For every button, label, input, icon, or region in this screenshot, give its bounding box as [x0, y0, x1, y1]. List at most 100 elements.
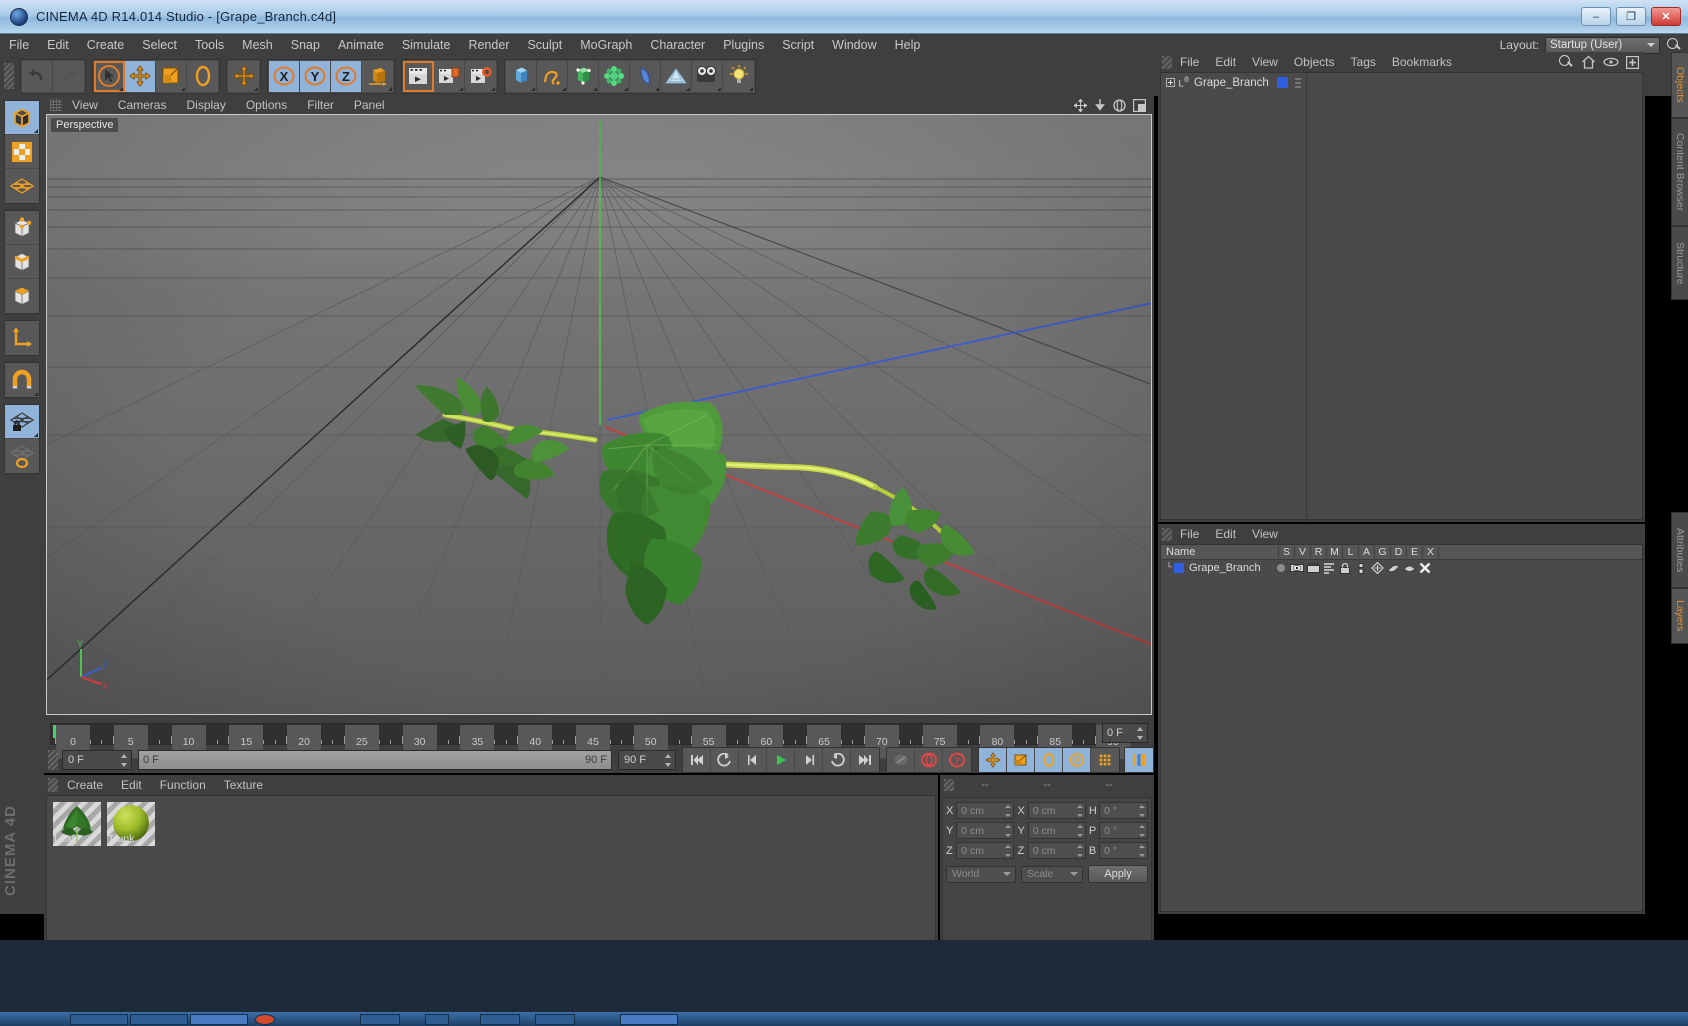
object-menu-file[interactable]: File [1172, 55, 1207, 69]
key-position-button[interactable] [979, 748, 1007, 772]
step-forward-button[interactable] [795, 748, 823, 772]
coordinate-system-dropdown[interactable]: World [946, 865, 1016, 883]
side-tab-structure[interactable]: Structure [1671, 226, 1688, 300]
menu-sculpt[interactable]: Sculpt [518, 34, 571, 56]
timeline-frame-field[interactable]: 0 F [1102, 723, 1148, 743]
lock-x-button[interactable]: X [269, 60, 300, 92]
pan-view-icon[interactable] [1074, 98, 1087, 112]
transform-mode-dropdown[interactable]: Scale [1021, 865, 1083, 883]
material-menu-edit[interactable]: Edit [112, 778, 151, 792]
layer-col-m[interactable]: M [1327, 546, 1343, 558]
current-frame-field[interactable]: 0 F [62, 750, 132, 770]
viewport-menu-options[interactable]: Options [236, 98, 297, 112]
spinner-icon[interactable] [1076, 805, 1083, 817]
object-menu-tags[interactable]: Tags [1343, 55, 1384, 69]
deformer-icon[interactable] [1385, 563, 1401, 574]
spinner-icon[interactable] [1005, 805, 1012, 817]
layer-col-e[interactable]: E [1407, 546, 1423, 558]
layer-menu-file[interactable]: File [1172, 527, 1207, 541]
toolbar-drag-handle[interactable] [4, 63, 14, 89]
key-scale-button[interactable] [1007, 748, 1035, 772]
taskbar-item[interactable] [360, 1014, 400, 1025]
redo-button[interactable] [53, 60, 84, 92]
lock-z-button[interactable]: Z [331, 60, 362, 92]
edges-mode-button[interactable] [5, 245, 39, 279]
size-x-field[interactable]: 0 cm [1027, 802, 1086, 819]
taskbar-item[interactable] [255, 1014, 275, 1025]
leaf-thumbnail-icon[interactable]: Leaf [53, 802, 101, 846]
add-camera-button[interactable] [692, 60, 723, 92]
rotation-p-field[interactable]: 0 ° [1099, 822, 1148, 839]
taskbar-item[interactable] [130, 1014, 188, 1025]
scale-tool-button[interactable] [156, 60, 187, 92]
menu-plugins[interactable]: Plugins [714, 34, 773, 56]
viewport-menu-view[interactable]: View [62, 98, 108, 112]
layer-col-l[interactable]: L [1343, 546, 1359, 558]
key-pla-button[interactable] [1091, 748, 1119, 772]
spinner-icon[interactable] [1005, 825, 1012, 837]
planar-workplane-button[interactable] [5, 439, 39, 473]
add-layer-icon[interactable] [1626, 55, 1639, 69]
rotate-tool-button[interactable] [187, 60, 218, 92]
eye-icon[interactable] [1603, 57, 1619, 67]
select-tool-button[interactable] [94, 60, 125, 92]
spinner-icon[interactable] [1076, 845, 1083, 857]
world-axis-button[interactable] [228, 60, 259, 92]
side-tab-attributes[interactable]: Attributes [1671, 512, 1688, 588]
object-menu-objects[interactable]: Objects [1286, 55, 1343, 69]
manager-icon[interactable] [1321, 562, 1337, 574]
object-manager-drag-handle[interactable] [1162, 55, 1172, 69]
preview-range-slider[interactable]: 0 F 90 F [138, 750, 612, 770]
menu-help[interactable]: Help [886, 34, 930, 56]
viewport-menu-panel[interactable]: Panel [344, 98, 395, 112]
position-x-field[interactable]: 0 cm [956, 802, 1015, 819]
go-to-start-button[interactable] [683, 748, 711, 772]
timeline-toggle-button[interactable] [1125, 748, 1153, 772]
menu-select[interactable]: Select [133, 34, 186, 56]
material-list[interactable]: Leaf Trunk [46, 795, 936, 953]
taskbar-item[interactable] [190, 1014, 248, 1025]
object-tree[interactable]: L0 Grape_Branch [1160, 72, 1643, 521]
add-floor-button[interactable] [661, 60, 692, 92]
size-z-field[interactable]: 0 cm [1027, 842, 1086, 859]
add-deformer-button[interactable] [599, 60, 630, 92]
expand-plus-icon[interactable] [1166, 78, 1175, 87]
side-tab-content-browser[interactable]: Content Browser [1671, 118, 1688, 226]
undo-button[interactable] [22, 60, 53, 92]
position-z-field[interactable]: 0 cm [956, 842, 1015, 859]
next-key-button[interactable] [823, 748, 851, 772]
menu-tools[interactable]: Tools [186, 34, 233, 56]
menu-snap[interactable]: Snap [282, 34, 329, 56]
render-to-picture-viewer-button[interactable] [434, 60, 465, 92]
layer-col-r[interactable]: R [1311, 546, 1327, 558]
layer-manager-drag-handle[interactable] [1162, 527, 1172, 541]
viewport-3d-canvas[interactable]: Perspective Y Z X [46, 114, 1152, 715]
green-sphere-thumbnail-icon[interactable]: Trunk [107, 802, 155, 846]
layer-col-v[interactable]: V [1295, 546, 1311, 558]
menu-mograph[interactable]: MoGraph [571, 34, 641, 56]
key-param-button[interactable]: P [1063, 748, 1091, 772]
viewport-menu-filter[interactable]: Filter [297, 98, 344, 112]
autokeying-button[interactable] [887, 748, 915, 772]
key-rotation-button[interactable] [1035, 748, 1063, 772]
polygons-mode-button[interactable] [5, 279, 39, 313]
viewport-menu-display[interactable]: Display [176, 98, 235, 112]
menu-window[interactable]: Window [823, 34, 885, 56]
spinner-icon[interactable] [1139, 825, 1145, 837]
menu-mesh[interactable]: Mesh [233, 34, 282, 56]
layer-row[interactable]: └ Grape_Branch [1161, 560, 1642, 576]
material-menu-texture[interactable]: Texture [215, 778, 272, 792]
object-row[interactable]: L0 Grape_Branch [1161, 73, 1642, 92]
go-to-end-button[interactable] [851, 748, 879, 772]
rotation-h-field[interactable]: 0 ° [1099, 802, 1148, 819]
world-object-coord-button[interactable] [362, 60, 393, 92]
spinner-icon[interactable] [665, 754, 672, 767]
lock-workplane-button[interactable] [5, 405, 39, 439]
play-button[interactable] [767, 748, 795, 772]
enable-axis-button[interactable] [5, 321, 39, 355]
eye-icon[interactable] [1289, 563, 1305, 573]
render-settings-button[interactable] [465, 60, 496, 92]
position-y-field[interactable]: 0 cm [956, 822, 1015, 839]
material-item[interactable]: Trunk [107, 802, 155, 846]
close-button[interactable]: ✕ [1651, 7, 1681, 26]
